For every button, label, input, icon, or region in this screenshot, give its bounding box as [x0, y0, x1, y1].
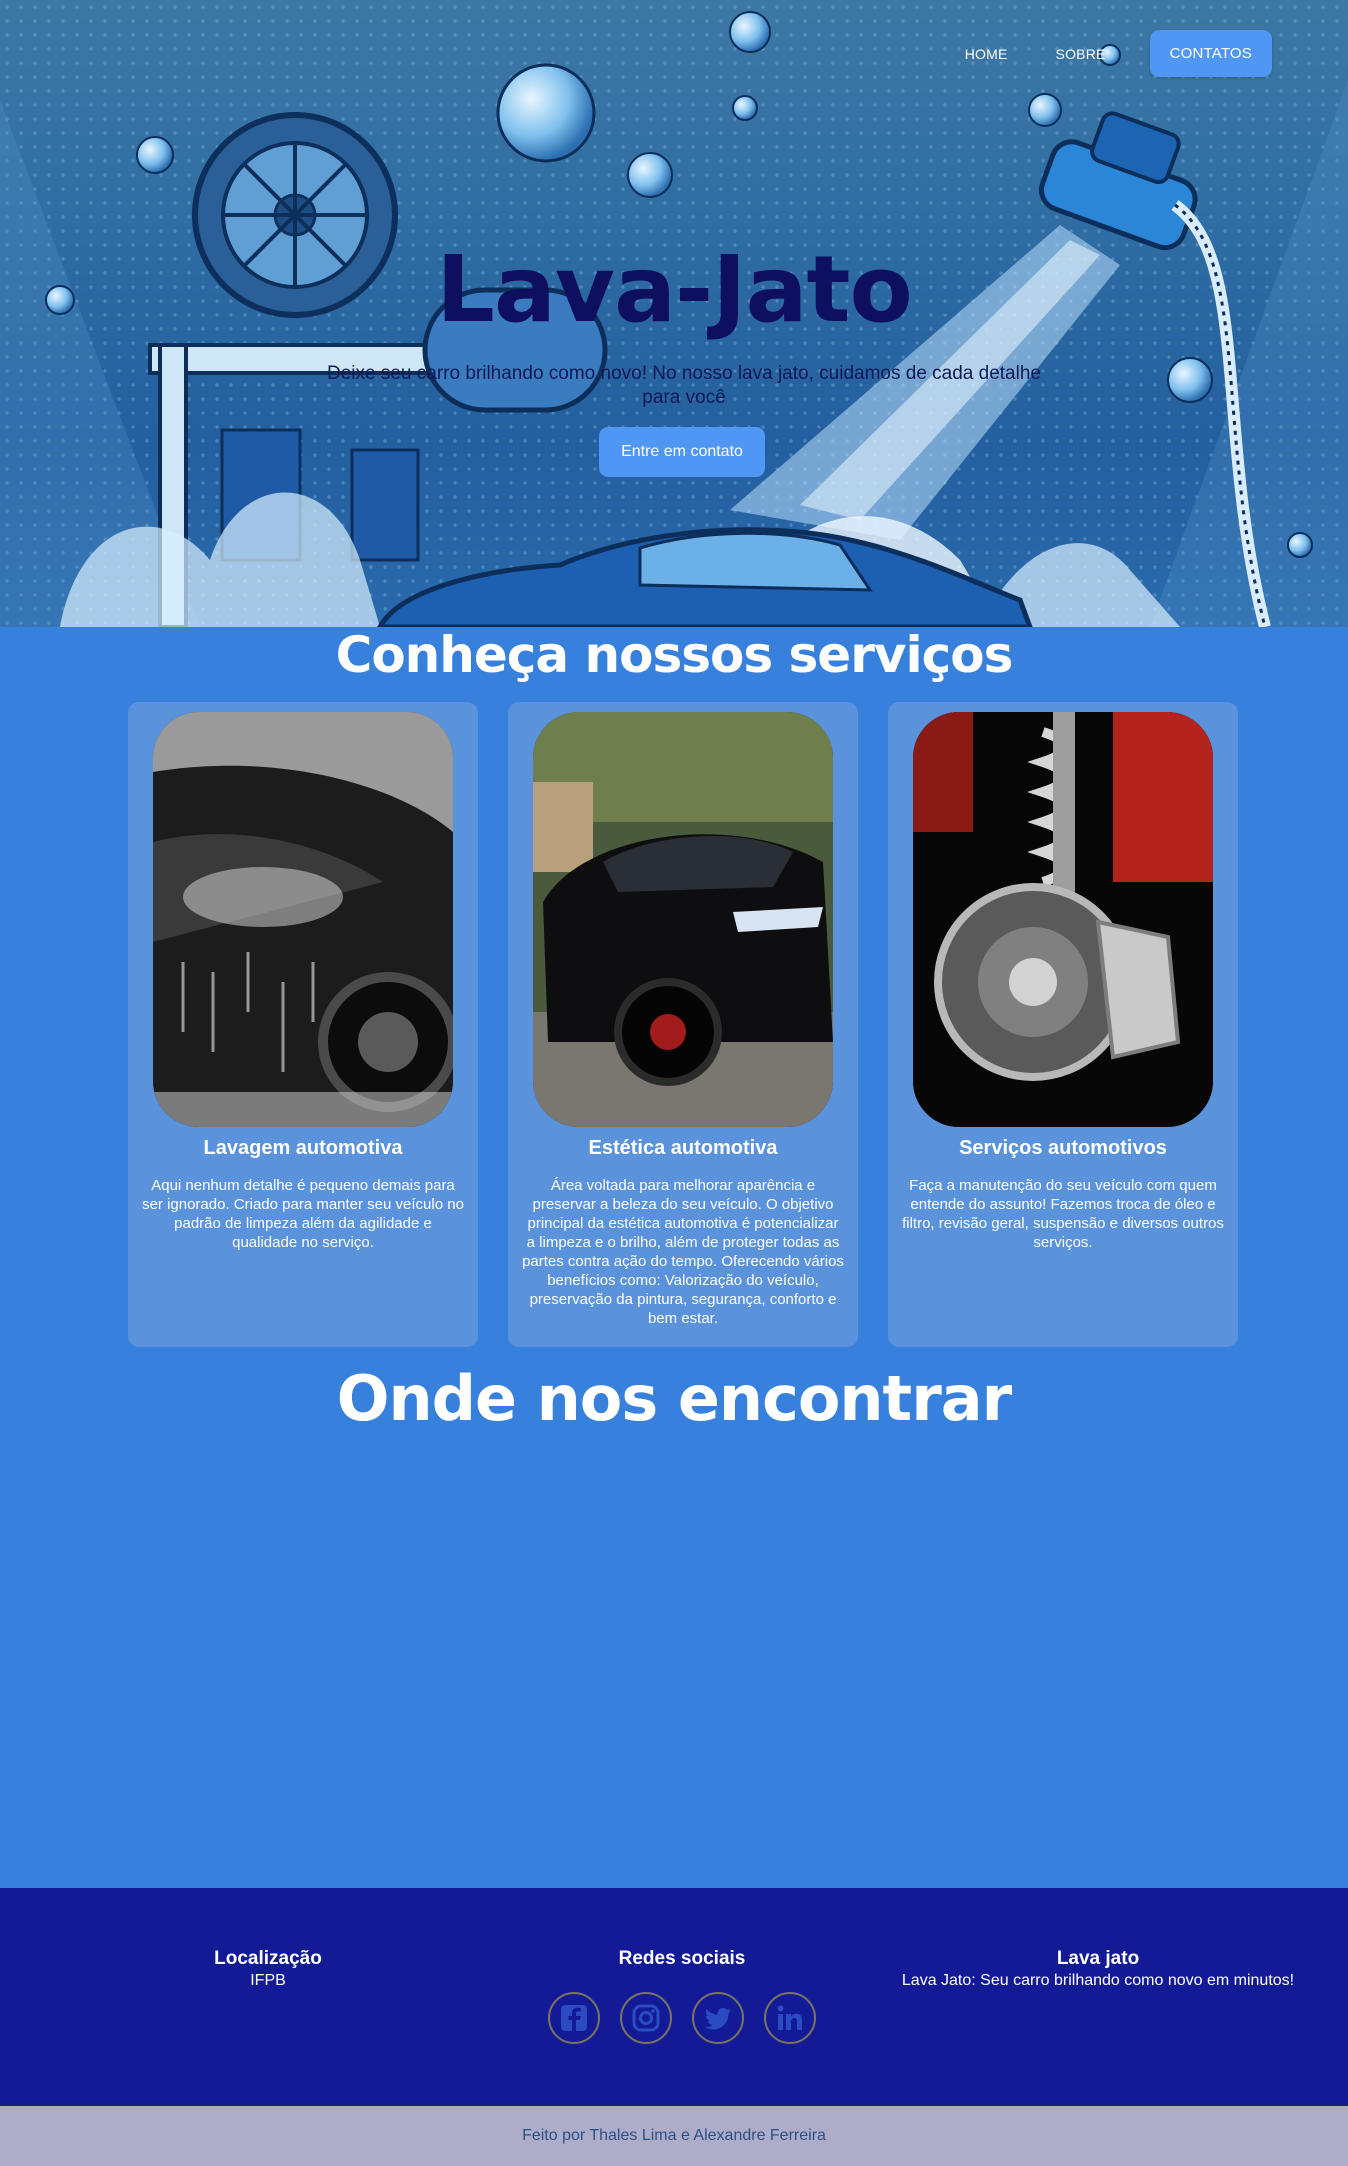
nav-sobre-link[interactable]: SOBRE [1056, 46, 1106, 62]
footer-location: Localização IFPB [168, 1948, 368, 1990]
credits-bar: Feito por Thales Lima e Alexandre Ferrei… [0, 2106, 1348, 2166]
social-links [548, 1992, 816, 2044]
service-card-title: Lavagem automotiva [203, 1137, 403, 1159]
footer-socials: Redes sociais [582, 1948, 782, 1970]
service-card-description: Área voltada para melhorar aparência e p… [522, 1177, 844, 1327]
service-card-estetica: Estética automotiva Área voltada para me… [508, 702, 858, 1347]
top-nav: HOME SOBRE CONTATOS [965, 30, 1272, 77]
credits-text: Feito por Thales Lima e Alexandre Ferrei… [522, 2127, 826, 2144]
contact-cta-button[interactable]: Entre em contato [599, 427, 765, 477]
service-card-servicos: Serviços automotivos Faça a manutenção d… [888, 702, 1238, 1347]
footer-location-title: Localização [214, 1948, 322, 1969]
service-card-description: Faça a manutenção do seu veículo com que… [902, 1177, 1224, 1251]
twitter-icon[interactable] [692, 1992, 744, 2044]
hero-title: Lava-Jato [436, 236, 912, 343]
hero-subtitle: Deixe seu carro brilhando como novo! No … [327, 363, 1041, 408]
service-card-title: Serviços automotivos [959, 1137, 1167, 1159]
facebook-icon[interactable] [548, 1992, 600, 2044]
services-title: Conheça nossos serviços [335, 626, 1014, 684]
footer-location-value: IFPB [250, 1972, 286, 1989]
car-wash-photo [153, 712, 453, 1127]
brake-suspension-photo [913, 712, 1213, 1127]
hero-section: HOME SOBRE CONTATOS Lava-Jato Deixe seu … [0, 0, 1348, 627]
footer-brand: Lava jato Lava Jato: Seu carro brilhando… [840, 1948, 1348, 1990]
linkedin-icon[interactable] [764, 1992, 816, 2044]
service-card-lavagem: Lavagem automotiva Aqui nenhum detalhe é… [128, 702, 478, 1347]
nav-contatos-button[interactable]: CONTATOS [1149, 30, 1272, 77]
footer: Localização IFPB Redes sociais Lava jato… [0, 1888, 1348, 2106]
footer-social-title: Redes sociais [618, 1948, 746, 1969]
nav-home-link[interactable]: HOME [965, 46, 1008, 62]
footer-brand-tagline: Lava Jato: Seu carro brilhando como novo… [901, 1972, 1295, 1989]
location-title: Onde nos encontrar [336, 1362, 1012, 1435]
instagram-icon[interactable] [620, 1992, 672, 2044]
black-car-photo [533, 712, 833, 1127]
footer-brand-title: Lava jato [1056, 1948, 1140, 1969]
service-card-title: Estética automotiva [588, 1137, 778, 1159]
service-card-description: Aqui nenhum detalhe é pequeno demais par… [142, 1177, 464, 1251]
